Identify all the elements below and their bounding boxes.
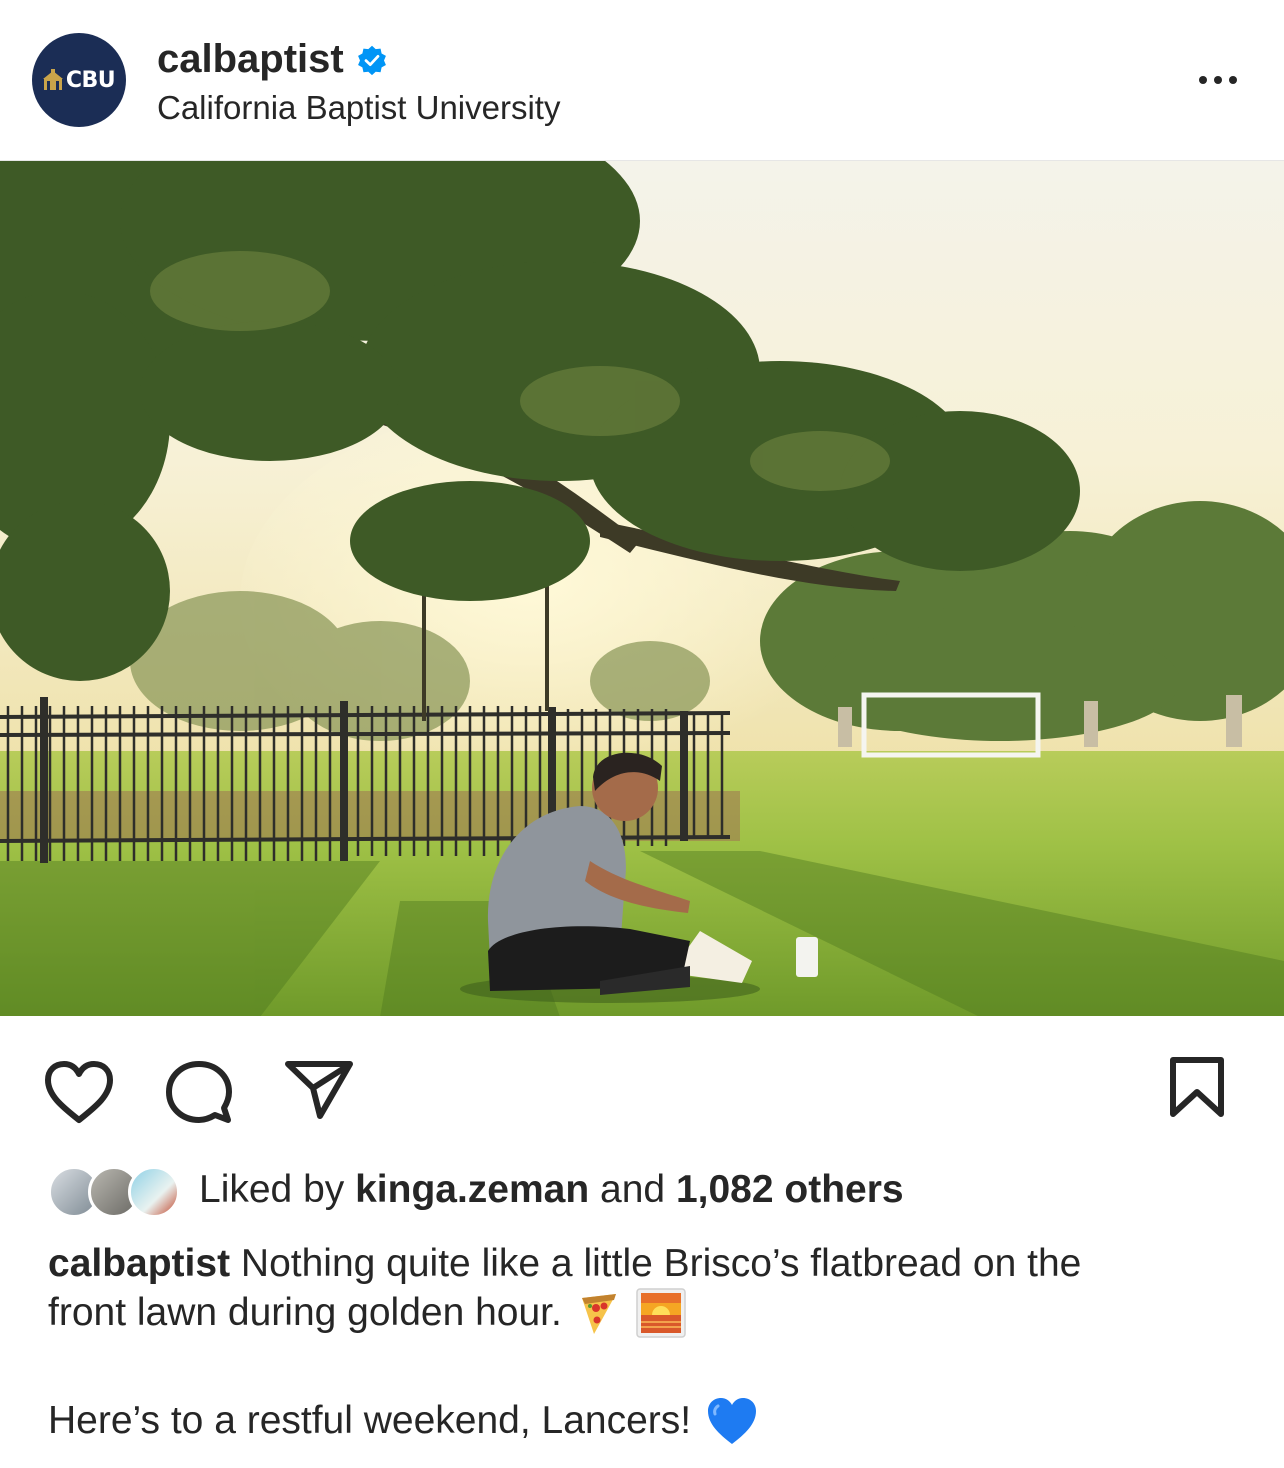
post-header: CBU calbaptist California Baptist Univer… <box>0 0 1284 160</box>
liker-avatar[interactable] <box>128 1166 180 1218</box>
caption-line-1: Nothing quite like a little Brisco’s fla… <box>240 1242 1082 1285</box>
avatar-text: CBU <box>65 67 116 93</box>
sunrise-emoji <box>636 1288 686 1338</box>
liker-avatars[interactable] <box>48 1162 183 1218</box>
post-photo[interactable] <box>0 160 1284 1016</box>
heart-icon[interactable] <box>44 1060 114 1124</box>
comment-icon[interactable] <box>164 1060 234 1130</box>
verified-badge-icon <box>357 45 386 76</box>
send-icon[interactable] <box>284 1058 354 1122</box>
cbu-logo: CBU <box>42 67 116 93</box>
photo-canvas <box>0 161 1284 1016</box>
bookmark-icon[interactable] <box>1168 1056 1226 1120</box>
blue-heart-emoji <box>708 1398 757 1444</box>
likes-connector: and <box>600 1168 666 1211</box>
post-username[interactable]: calbaptist <box>157 36 344 82</box>
more-horizontal-icon <box>1199 76 1207 84</box>
profile-avatar[interactable]: CBU <box>32 33 126 127</box>
caption-username[interactable]: calbaptist <box>48 1242 230 1285</box>
building-icon <box>42 69 63 90</box>
caption-line-3-wrap: Here’s to a restful weekend, Lancers! <box>48 1396 759 1446</box>
post-caption: calbaptist Nothing quite like a little B… <box>48 1240 1248 1338</box>
caption-line-3: Here’s to a restful weekend, Lancers! <box>48 1399 692 1442</box>
likes-summary[interactable]: Liked by kinga.zeman and 1,082 others <box>48 1160 904 1220</box>
pizza-emoji <box>581 1294 616 1334</box>
first-liker-link[interactable]: kinga.zeman <box>355 1168 589 1211</box>
post-location-fullname[interactable]: California Baptist University <box>157 88 560 128</box>
more-options-button[interactable] <box>1190 62 1246 98</box>
likes-count-link[interactable]: 1,082 others <box>676 1168 904 1211</box>
caption-line-2: front lawn during golden hour. <box>48 1291 562 1334</box>
likes-prefix: Liked by <box>199 1168 345 1211</box>
post-action-bar <box>0 1016 1284 1156</box>
likes-text: Liked by kinga.zeman and 1,082 others <box>199 1168 904 1212</box>
